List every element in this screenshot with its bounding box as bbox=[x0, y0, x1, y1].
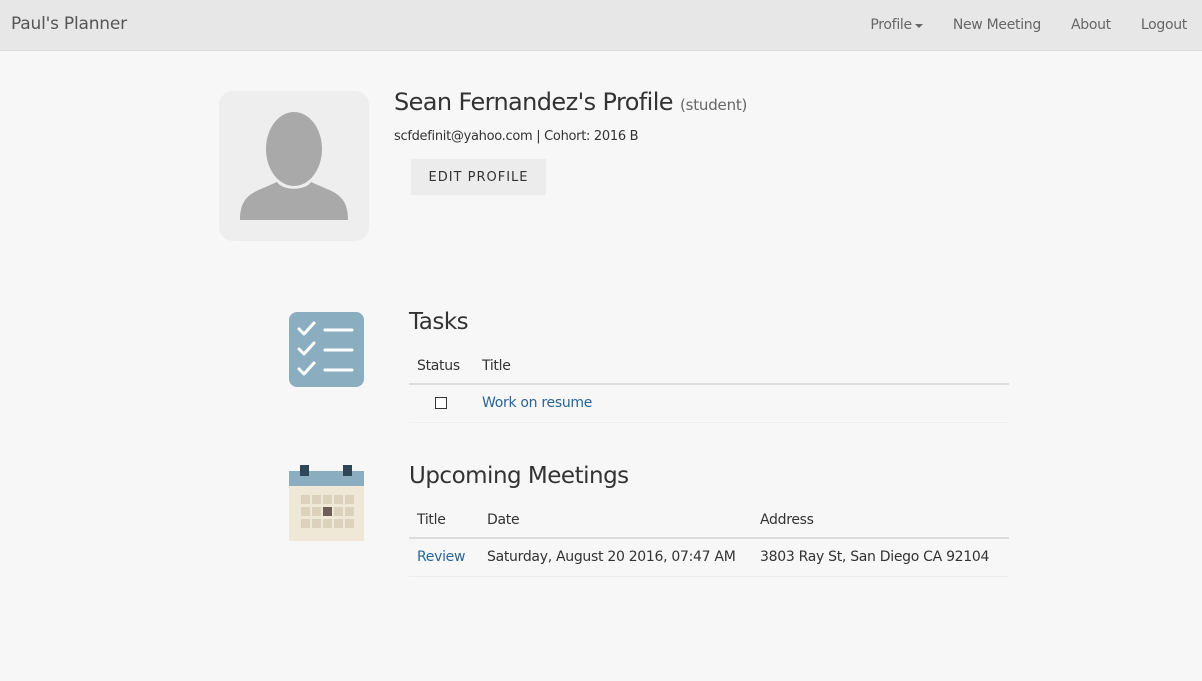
task-title-link[interactable]: Work on resume bbox=[482, 395, 592, 411]
task-status-cell bbox=[409, 384, 474, 423]
user-silhouette-icon bbox=[240, 112, 348, 220]
avatar bbox=[219, 91, 369, 241]
profile-cohort: Cohort: 2016 B bbox=[544, 129, 639, 144]
nav-profile-label: Profile bbox=[870, 17, 912, 33]
column-header-date: Date bbox=[479, 502, 752, 539]
column-header-title: Title bbox=[409, 502, 479, 539]
meetings-title: Upcoming Meetings bbox=[409, 463, 629, 489]
profile-email: scfdefinit@yahoo.com bbox=[394, 129, 533, 144]
meetings-header-row: Title Date Address bbox=[409, 502, 1009, 539]
checklist-icon bbox=[289, 312, 364, 387]
navbar: Paul's Planner Profile New Meeting About… bbox=[0, 0, 1202, 51]
meta-separator: | bbox=[536, 129, 541, 144]
meeting-address-cell: 3803 Ray St, San Diego CA 92104 bbox=[752, 538, 1009, 577]
meeting-date-cell: Saturday, August 20 2016, 07:47 AM bbox=[479, 538, 752, 577]
column-header-status: Status bbox=[409, 348, 474, 385]
nav-new-meeting[interactable]: New Meeting bbox=[953, 17, 1041, 33]
brand-link[interactable]: Paul's Planner bbox=[11, 14, 127, 34]
profile-meta: scfdefinit@yahoo.com | Cohort: 2016 B bbox=[394, 129, 639, 144]
profile-name: Sean Fernandez's Profile bbox=[394, 88, 674, 116]
table-row: Review Saturday, August 20 2016, 07:47 A… bbox=[409, 538, 1009, 577]
profile-role: (student) bbox=[679, 96, 748, 114]
nav-profile-dropdown[interactable]: Profile bbox=[870, 17, 923, 33]
column-header-address: Address bbox=[752, 502, 1009, 539]
tasks-title: Tasks bbox=[409, 309, 469, 335]
edit-profile-button[interactable]: EDIT PROFILE bbox=[411, 159, 546, 195]
nav-links: Profile New Meeting About Logout bbox=[840, 0, 1187, 50]
task-title-cell: Work on resume bbox=[474, 384, 1009, 423]
meeting-title-cell: Review bbox=[409, 538, 479, 577]
column-header-title: Title bbox=[474, 348, 1009, 385]
task-checkbox[interactable] bbox=[435, 397, 447, 410]
meeting-title-link[interactable]: Review bbox=[417, 549, 465, 565]
nav-about[interactable]: About bbox=[1071, 17, 1111, 33]
calendar-icon bbox=[289, 465, 364, 541]
table-row: Work on resume bbox=[409, 384, 1009, 423]
meetings-table: Title Date Address Review Saturday, Augu… bbox=[409, 502, 1009, 577]
caret-down-icon bbox=[914, 24, 923, 28]
tasks-table: Status Title Work on resume bbox=[409, 348, 1009, 423]
tasks-header-row: Status Title bbox=[409, 348, 1009, 385]
nav-logout[interactable]: Logout bbox=[1141, 17, 1187, 33]
profile-title: Sean Fernandez's Profile (student) bbox=[394, 88, 747, 116]
